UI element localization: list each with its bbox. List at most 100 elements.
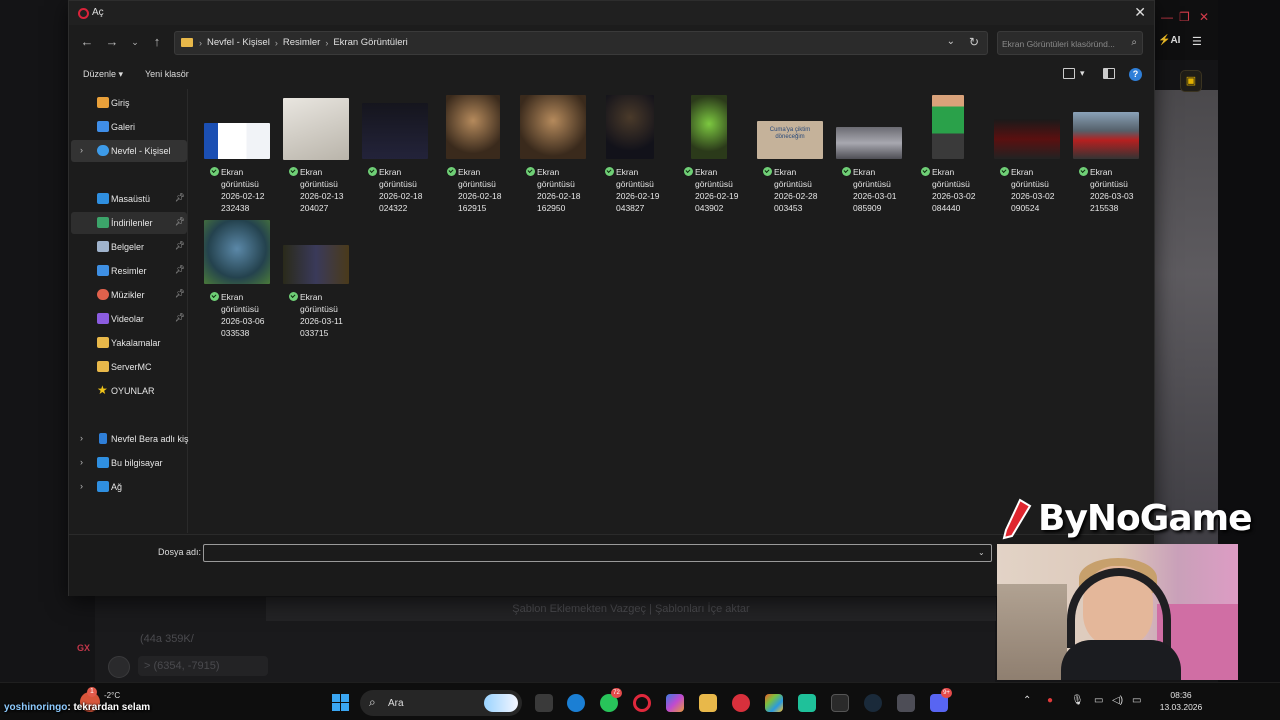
- tray-app-icon[interactable]: ●: [1047, 695, 1053, 706]
- steam-icon[interactable]: [864, 694, 882, 712]
- pin-icon[interactable]: 📌︎: [175, 265, 185, 274]
- file-tile[interactable]: Ekran görüntüsü 2026-02-18 162915: [436, 93, 512, 215]
- chevron-right-icon[interactable]: ›: [80, 433, 83, 443]
- folder-icon: [181, 38, 193, 47]
- recent-locations-chevron-icon[interactable]: ⌄: [125, 37, 145, 48]
- close-icon[interactable]: ✕: [1199, 10, 1209, 24]
- pin-icon[interactable]: 📌︎: [175, 289, 185, 298]
- menu-icon[interactable]: ☰: [1192, 35, 1202, 48]
- battery-icon[interactable]: ▭: [1132, 695, 1141, 706]
- clock[interactable]: 08:36 13.03.2026: [1158, 689, 1204, 713]
- task-view-icon[interactable]: [535, 694, 553, 712]
- sidebar-item-desktop[interactable]: Masaüstü 📌︎: [71, 188, 187, 210]
- edge-icon[interactable]: [567, 694, 585, 712]
- file-tile[interactable]: Ekran görüntüsü 2026-02-19 043827: [594, 93, 670, 215]
- up-arrow-icon[interactable]: ↑: [147, 34, 167, 49]
- file-tile[interactable]: Ekran görüntüsü 2026-03-06 033538: [199, 218, 275, 340]
- breadcrumb-item[interactable]: Resimler: [283, 37, 320, 48]
- filename-input[interactable]: [203, 544, 992, 562]
- minimize-icon[interactable]: —: [1161, 10, 1173, 24]
- pin-icon[interactable]: 📌︎: [175, 241, 185, 250]
- chevron-down-icon[interactable]: ⌄: [947, 36, 955, 47]
- sidebar-item-gallery[interactable]: Galeri: [71, 116, 187, 138]
- sidebar-item-network[interactable]: › Ağ: [71, 476, 187, 498]
- opera-gx-icon[interactable]: [633, 694, 651, 712]
- file-tile[interactable]: Ekran görüntüsü 2026-02-13 204027: [278, 93, 354, 215]
- circle-button[interactable]: [108, 656, 130, 678]
- address-bar[interactable]: › Nevfel - Kişisel › Resimler › Ekran Gö…: [174, 31, 988, 55]
- start-button[interactable]: [332, 694, 349, 711]
- coordinate-input[interactable]: > (6354, -7915): [138, 656, 268, 676]
- lock-icon[interactable]: ▣: [1180, 70, 1202, 92]
- chat-text: : tekrardan selam: [67, 702, 151, 713]
- sidebar-item-onedrive[interactable]: › Nevfel - Kişisel: [71, 140, 187, 162]
- file-tile[interactable]: Ekran görüntüsü 2026-02-18 024322: [357, 93, 433, 215]
- microphone-icon[interactable]: 🎙︎: [1071, 695, 1084, 706]
- sidebar-item-music[interactable]: Müzikler 📌︎: [71, 284, 187, 306]
- file-tile[interactable]: Ekran görüntüsü 2026-03-02 084440: [910, 93, 986, 215]
- organize-button[interactable]: Düzenle ▾: [83, 69, 123, 80]
- synced-check-icon: [605, 167, 614, 176]
- chevron-right-icon[interactable]: ›: [80, 145, 83, 155]
- pin-icon[interactable]: 📌︎: [175, 217, 185, 226]
- sidebar-item-yakalamalar[interactable]: Yakalamalar: [71, 332, 187, 354]
- file-tile[interactable]: Cuma'ya çiktim döneceğim Ekran görüntüsü 2…: [752, 93, 828, 215]
- file-name: Ekran görüntüsü 2026-03-06 033538: [221, 292, 265, 338]
- pin-icon[interactable]: 📌︎: [175, 193, 185, 202]
- sidebar-item-videos[interactable]: Videolar 📌︎: [71, 308, 187, 330]
- kick-icon[interactable]: [798, 694, 816, 712]
- file-explorer-icon[interactable]: [699, 694, 717, 712]
- file-tile[interactable]: Ekran görüntüsü 2026-03-02 090524: [989, 93, 1065, 215]
- dialog-titlebar[interactable]: Aç ✕: [69, 1, 1154, 25]
- preview-pane-icon[interactable]: [1103, 68, 1115, 79]
- help-icon[interactable]: ?: [1129, 68, 1142, 81]
- sidebar-item-pictures[interactable]: Resimler 📌︎: [71, 260, 187, 282]
- breadcrumb-item[interactable]: Nevfel - Kişisel: [207, 37, 270, 48]
- restore-icon[interactable]: ❐: [1179, 10, 1190, 24]
- sidebar-item-oyunlar[interactable]: ★ OYUNLAR: [71, 380, 187, 402]
- thumbnail: [932, 95, 964, 159]
- synced-check-icon: [289, 292, 298, 301]
- taskbar-search[interactable]: ⌕ Ara: [360, 690, 522, 716]
- ai-button[interactable]: ⚡AI: [1158, 35, 1180, 46]
- file-tile[interactable]: Ekran görüntüsü 2026-03-01 085909: [831, 93, 907, 215]
- file-tile[interactable]: Ekran görüntüsü 2026-02-19 043902: [673, 93, 749, 215]
- close-icon[interactable]: ✕: [1134, 4, 1146, 21]
- refresh-icon[interactable]: ↻: [969, 35, 979, 49]
- sidebar-item-servermc[interactable]: ServerMC: [71, 356, 187, 378]
- new-folder-button[interactable]: Yeni klasör: [145, 69, 189, 79]
- command-bar: Düzenle ▾ Yeni klasör ▾ ?: [69, 63, 1154, 87]
- synced-check-icon: [1000, 167, 1009, 176]
- template-bar[interactable]: Şablon Eklemekten Vazgeç | Şablonları İç…: [266, 597, 996, 621]
- file-tile[interactable]: Ekran görüntüsü 2026-02-18 162950: [515, 93, 591, 215]
- network-icon[interactable]: ▭: [1094, 695, 1103, 706]
- sidebar-item-phone[interactable]: › Nevfel Bera adlı kiş: [71, 428, 189, 450]
- sidebar-item-this-pc[interactable]: › Bu bilgisayar: [71, 452, 187, 474]
- chevron-right-icon[interactable]: ›: [80, 481, 83, 491]
- chrome-icon[interactable]: [732, 694, 750, 712]
- back-arrow-icon[interactable]: ←: [77, 34, 97, 49]
- volume-icon[interactable]: ◁): [1112, 695, 1123, 706]
- app-icon[interactable]: [831, 694, 849, 712]
- copilot-icon[interactable]: [666, 694, 684, 712]
- chevron-down-icon[interactable]: ⌄: [978, 548, 985, 557]
- search-input[interactable]: Ekran Görüntüleri klasöründ... ⌕: [997, 31, 1143, 55]
- file-tile[interactable]: Ekran görüntüsü 2026-03-03 215538: [1068, 93, 1144, 215]
- file-name: Ekran görüntüsü 2026-03-02 084440: [932, 167, 976, 213]
- store-icon[interactable]: [765, 694, 783, 712]
- file-tile[interactable]: Ekran görüntüsü 2026-02-12 232438: [199, 93, 275, 215]
- chevron-right-icon[interactable]: ›: [80, 457, 83, 467]
- breadcrumb-item[interactable]: Ekran Görüntüleri: [333, 37, 407, 48]
- game-app-icon[interactable]: [897, 694, 915, 712]
- gx-label: GX: [77, 643, 91, 653]
- file-tile[interactable]: Ekran görüntüsü 2026-03-11 033715: [278, 218, 354, 340]
- sidebar-item-downloads[interactable]: İndirilenler 📌︎: [71, 212, 187, 234]
- forward-arrow-icon[interactable]: →: [102, 34, 122, 49]
- view-options-icon[interactable]: [1063, 68, 1075, 79]
- pin-icon[interactable]: 📌︎: [175, 313, 185, 322]
- chevron-down-icon[interactable]: ▾: [1080, 68, 1085, 79]
- chevron-up-icon[interactable]: ⌃: [1023, 695, 1031, 706]
- sidebar-item-documents[interactable]: Belgeler 📌︎: [71, 236, 187, 258]
- thumbnail: [1073, 112, 1139, 159]
- sidebar-item-home[interactable]: Giriş: [71, 92, 187, 114]
